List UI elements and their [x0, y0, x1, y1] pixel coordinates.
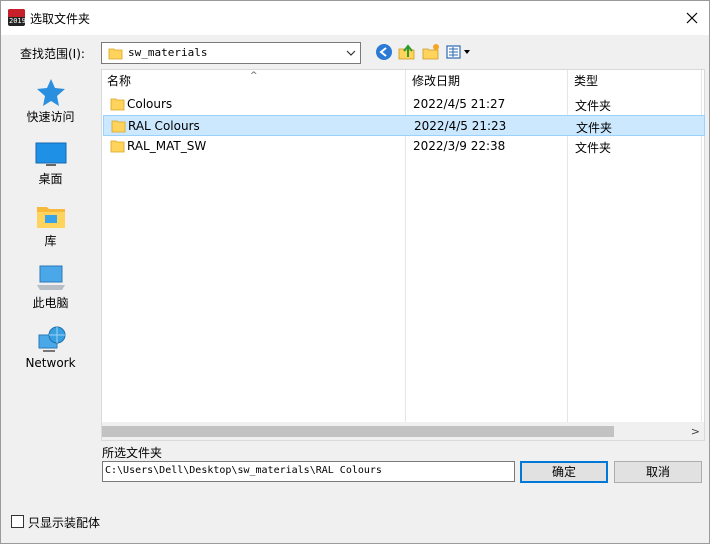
folder-type: 文件夹 [575, 99, 612, 113]
back-button[interactable] [375, 43, 393, 63]
place-label: 快速访问 [26, 110, 75, 124]
folder-name: RAL_MAT_SW [127, 139, 207, 153]
place-network[interactable]: Network [5, 319, 96, 379]
solidworks-app-icon: 2019 [8, 9, 25, 26]
app-icon-version: 2019 [9, 17, 25, 25]
close-icon [686, 12, 698, 24]
folder-icon [110, 98, 125, 111]
place-quick-access[interactable]: 快速访问 [5, 71, 96, 131]
folder-name: Colours [127, 97, 173, 111]
chevron-down-icon [346, 50, 356, 56]
horizontal-scrollbar[interactable]: > [102, 422, 704, 440]
scrollbar-thumb[interactable] [102, 426, 614, 437]
sort-ascending-icon: ^ [250, 71, 258, 81]
view-menu-icon [446, 45, 470, 59]
place-library[interactable]: 库 [5, 195, 96, 255]
folder-icon [111, 120, 126, 133]
computer-icon [37, 265, 65, 290]
place-this-pc[interactable]: 此电脑 [5, 257, 96, 317]
places-bar: 快速访问 桌面 库 此电脑 Network [5, 69, 96, 499]
column-header-type[interactable]: 类型 [569, 70, 704, 92]
selected-folder-label: 所选文件夹 [102, 446, 163, 460]
selected-folder-path-input[interactable]: C:\Users\Dell\Desktop\sw_materials\RAL C… [102, 461, 515, 482]
list-item[interactable]: RAL_MAT_SW 2022/3/9 22:38 文件夹 [103, 136, 705, 157]
folder-type: 文件夹 [576, 121, 613, 135]
folder-picker-dialog: 2019 选取文件夹 查找范围(I): sw_materials 快速访问 桌面 [0, 0, 710, 544]
place-label: Network [25, 356, 76, 370]
up-folder-button[interactable] [398, 43, 416, 63]
folder-modified-date: 2022/4/5 21:23 [414, 119, 507, 133]
folder-type: 文件夹 [575, 141, 612, 155]
column-header-date[interactable]: 修改日期 [407, 70, 567, 92]
scroll-right-icon[interactable]: > [691, 425, 700, 438]
folder-modified-date: 2022/4/5 21:27 [413, 97, 506, 111]
lookin-dropdown[interactable]: sw_materials [101, 42, 361, 64]
lookin-label: 查找范围(I): [20, 47, 85, 61]
up-folder-icon [398, 44, 415, 60]
back-icon [376, 44, 392, 60]
assembly-only-label: 只显示装配体 [28, 516, 101, 530]
lookin-value: sw_materials [128, 46, 208, 59]
dialog-title: 选取文件夹 [30, 12, 91, 26]
desktop-icon [35, 142, 67, 166]
folder-icon [110, 140, 125, 153]
file-list[interactable]: 名称 ^ 修改日期 类型 Colours 2022/4/5 21:27 文件夹 … [101, 69, 705, 441]
place-label: 此电脑 [32, 296, 69, 310]
folder-icon [108, 48, 123, 60]
new-folder-icon [422, 44, 439, 60]
place-desktop[interactable]: 桌面 [5, 133, 96, 193]
cancel-button[interactable]: 取消 [614, 461, 702, 483]
library-icon [37, 207, 65, 228]
folder-name: RAL Colours [128, 119, 200, 133]
quick-access-icon [37, 79, 65, 106]
folder-modified-date: 2022/3/9 22:38 [413, 139, 506, 153]
place-label: 桌面 [38, 172, 63, 186]
network-icon [38, 326, 66, 352]
view-menu-button[interactable] [446, 43, 472, 63]
title-bar: 2019 选取文件夹 [1, 1, 709, 35]
list-item[interactable]: Colours 2022/4/5 21:27 文件夹 [103, 94, 705, 115]
new-folder-button[interactable] [422, 43, 440, 63]
place-label: 库 [44, 234, 57, 248]
ok-button[interactable]: 确定 [520, 461, 608, 483]
assembly-only-checkbox[interactable] [11, 515, 24, 528]
list-item-selected[interactable]: RAL Colours 2022/4/5 21:23 文件夹 [103, 115, 705, 136]
close-button[interactable] [681, 7, 703, 29]
